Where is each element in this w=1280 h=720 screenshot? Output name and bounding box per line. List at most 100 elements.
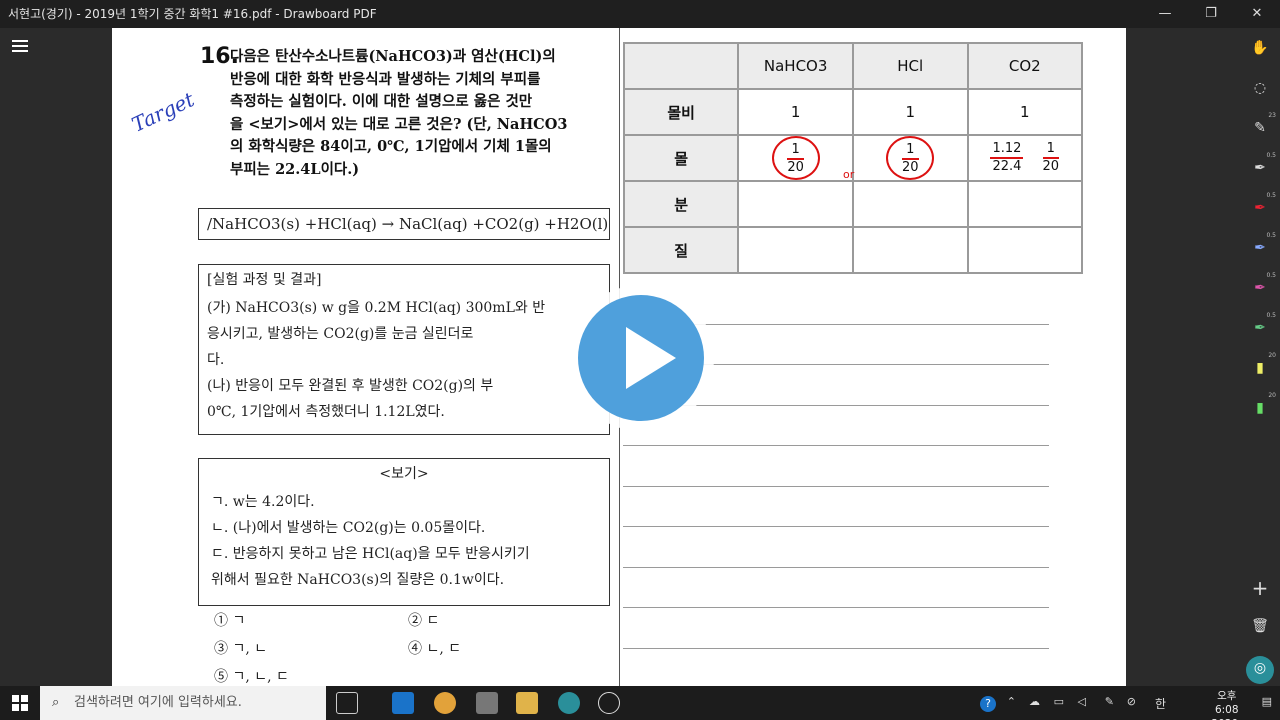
start-button[interactable] [0,686,40,720]
empty-cell [966,226,1084,274]
title-bar: 서현고(경기) - 2019년 1학기 중간 화학1 #16.pdf - Dra… [0,0,1280,28]
header-co2: CO2 [966,42,1084,90]
window-controls: — ❐ ✕ [1142,0,1280,28]
pen-settings-icon[interactable]: ✎ [1105,695,1114,708]
volume-icon[interactable]: ◁ [1078,695,1086,708]
chrome-icon[interactable] [434,692,456,714]
row-header-min: 분 [622,180,740,228]
handwritten-target-note: Target [128,87,198,137]
pen-icon[interactable]: ✒ [1248,156,1272,180]
fraction: 1 20 [1042,141,1060,175]
tool-size: 0.5 [1266,192,1276,199]
pink-pen-icon[interactable]: ✒ [1248,276,1272,300]
tool-size: 0.5 [1266,312,1276,319]
block-icon[interactable]: ⊘ [1127,695,1136,708]
mol-co2: 1.12 22.4 1 20 [966,134,1084,182]
minimize-button[interactable]: — [1142,0,1188,28]
menu-icon[interactable] [12,40,28,52]
green-highlighter-icon[interactable]: ▮ [1248,396,1272,420]
tool-size: 0.5 [1266,232,1276,239]
header-nahco3: NaHCO3 [737,42,854,90]
choice-1: ① ㄱ [214,613,246,629]
table-row: 질 [622,226,1084,274]
empty-cell [851,226,969,274]
note-line [623,608,1049,649]
task-view-icon[interactable] [336,692,358,714]
empty-cell [737,226,854,274]
row-header-mol: 몰 [622,134,740,182]
tool-size: 20 [1268,392,1276,399]
clock-time: 오후 6:08 [1214,690,1239,716]
red-pen-icon[interactable]: ✒ [1248,196,1272,220]
maximize-button[interactable]: ❐ [1188,0,1234,28]
fraction: 1 20 [787,142,804,176]
drawboard-icon[interactable] [558,692,580,714]
denominator: 20 [1042,159,1060,174]
fraction: 1 20 [901,142,919,176]
mol-nahco3: 1 20 [737,134,854,182]
or-annotation: or [843,168,855,181]
right-toolbar: ✋ ◌ ✎ 23 ✒ 0.5 ✒ 0.5 ✒ 0.5 ✒ 0.5 ✒ 0.5 ▮… [1240,28,1280,686]
circled-fraction: 1 20 [886,136,935,180]
empty-cell [851,180,969,228]
bogi-title: <보기> [379,466,429,482]
edge-icon[interactable] [392,692,414,714]
file-explorer-icon[interactable] [516,692,538,714]
calculator-icon[interactable] [476,692,498,714]
blue-pen-icon[interactable]: ✒ [1248,236,1272,260]
table-header-row: NaHCO3 HCl CO2 [622,42,1084,90]
numerator: 1 [787,142,804,160]
numerator: 1.12 [990,141,1024,159]
search-icon: ⌕ [52,695,60,710]
tool-size: 0.5 [1266,272,1276,279]
yellow-highlighter-icon[interactable]: ▮ [1248,356,1272,380]
mol-hcl: 1 20 [851,134,969,182]
taskbar: ⌕ 검색하려면 여기에 입력하세요. ? ⌃ ☁ ▭ ◁ ✎ ⊘ 한 오후 6:… [0,686,1280,720]
taskbar-search[interactable]: ⌕ 검색하려면 여기에 입력하세요. [40,686,326,720]
help-icon[interactable]: ? [980,696,996,712]
left-rail [0,28,40,686]
question-text: 다음은 탄산수소나트륨(NaHCO3)과 염산(HCl)의 반응에 대한 화학 … [230,48,568,178]
ime-indicator[interactable]: 한 [1155,695,1166,712]
bogi-item: ㄱ. w는 4.2이다. [211,494,315,510]
play-button[interactable] [568,285,714,431]
table-row: 분 [622,180,1084,228]
table-row: 몰비 1 1 1 [622,88,1084,136]
app-icon[interactable] [598,692,620,714]
note-line [623,446,1049,487]
trash-icon[interactable]: 🗑 [1248,614,1272,638]
denominator: 20 [787,160,804,175]
reaction-equation: /NaHCO3(s) +HCl(aq) → NaCl(aq) +CO2(g) +… [198,208,610,240]
clock[interactable]: 오후 6:08 2020-06-01 [1211,689,1242,720]
ratio-co2: 1 [966,88,1084,136]
chevron-up-icon[interactable]: ⌃ [1007,695,1016,708]
lasso-icon[interactable]: ◌ [1248,76,1272,100]
ratio-hcl: 1 [851,88,969,136]
choice-4: ④ ㄴ, ㄷ [408,641,462,657]
row-header-mass: 질 [622,226,740,274]
settings-wheel-icon[interactable]: ◎ [1246,656,1274,684]
add-icon[interactable]: + [1248,576,1272,600]
row-header-ratio: 몰비 [622,88,740,136]
network-icon[interactable]: ▭ [1054,695,1064,708]
notification-icon[interactable]: ▤ [1262,695,1272,708]
cloud-icon[interactable]: ☁ [1029,695,1040,708]
mole-table: NaHCO3 HCl CO2 몰비 1 1 1 몰 1 20 1 20 1.12… [622,42,1084,274]
experiment-step: (가) NaHCO3(s) w g을 0.2M HCl(aq) 300mL와 반… [207,300,546,368]
eraser-icon[interactable]: ✎ [1248,116,1272,140]
choice-3: ③ ㄱ, ㄴ [214,641,268,657]
green-pen-icon[interactable]: ✒ [1248,316,1272,340]
tool-size: 0.5 [1266,152,1276,159]
denominator: 20 [901,160,919,175]
app-window: 서현고(경기) - 2019년 1학기 중간 화학1 #16.pdf - Dra… [0,0,1280,720]
touch-icon[interactable]: ✋ [1248,36,1272,60]
note-line [623,527,1049,568]
table-corner [622,42,740,90]
window-title: 서현고(경기) - 2019년 1학기 중간 화학1 #16.pdf - Dra… [8,7,377,21]
choice-5: ⑤ ㄱ, ㄴ, ㄷ [214,669,289,685]
close-button[interactable]: ✕ [1234,0,1280,28]
bogi-box: <보기> ㄱ. w는 4.2이다. ㄴ. (나)에서 발생하는 CO2(g)는 … [198,458,610,606]
experiment-box: [실험 과정 및 결과] (가) NaHCO3(s) w g을 0.2M HCl… [198,264,610,435]
note-line [623,568,1049,608]
note-line [623,487,1049,527]
